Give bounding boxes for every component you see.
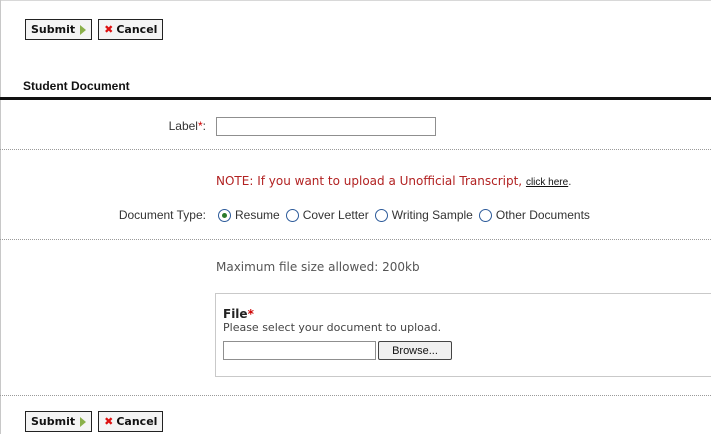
cancel-label: Cancel (116, 415, 158, 428)
dotted-divider (0, 149, 711, 150)
file-title-text: File (223, 307, 248, 321)
note-text: NOTE: If you want to upload a Unofficial… (216, 174, 523, 188)
label-field-text: Label (168, 119, 198, 133)
bottom-button-bar: Submit ✖ Cancel (25, 411, 164, 432)
radio-label: Cover Letter (302, 208, 369, 222)
note-period: . (568, 177, 572, 188)
radio-unchecked-icon[interactable] (374, 208, 388, 222)
x-icon: ✖ (104, 415, 114, 428)
label-suffix: : (202, 119, 206, 133)
file-upload-panel: File* Please select your document to upl… (215, 293, 711, 377)
submit-label: Submit (31, 415, 76, 428)
radio-label: Other Documents (495, 208, 590, 222)
submit-button[interactable]: Submit (25, 411, 93, 432)
radio-unchecked-icon[interactable] (478, 208, 492, 222)
radio-unchecked-icon[interactable] (285, 208, 299, 222)
arrow-right-icon (80, 24, 87, 35)
radio-resume[interactable]: Resume (218, 208, 280, 222)
max-file-size-text: Maximum file size allowed: 200kb (216, 260, 420, 274)
radio-checked-icon[interactable] (218, 208, 231, 222)
radio-other-documents[interactable]: Other Documents (478, 208, 590, 222)
submit-label: Submit (31, 23, 76, 36)
radio-cover-letter[interactable]: Cover Letter (285, 208, 369, 222)
x-icon: ✖ (104, 23, 114, 36)
document-type-radio-group: Resume Cover Letter Writing Sample Other… (218, 208, 596, 222)
label-input[interactable] (216, 117, 436, 136)
file-path-input[interactable] (223, 341, 376, 360)
radio-writing-sample[interactable]: Writing Sample (374, 208, 473, 222)
document-type-label: Document Type: (118, 208, 206, 222)
file-title: File* (223, 307, 254, 321)
section-title: Student Document (23, 79, 130, 93)
cancel-button[interactable]: ✖ Cancel (98, 411, 164, 432)
dotted-divider (0, 239, 711, 240)
required-mark: * (247, 307, 254, 321)
submit-button[interactable]: Submit (25, 19, 93, 40)
transcript-note: NOTE: If you want to upload a Unofficial… (216, 174, 571, 188)
arrow-right-icon (80, 416, 87, 427)
radio-label: Writing Sample (391, 208, 473, 222)
file-help-text: Please select your document to upload. (223, 321, 442, 334)
dotted-divider (0, 395, 711, 396)
radio-label: Resume (235, 208, 280, 222)
window-top-border (0, 0, 711, 1)
section-divider (0, 97, 711, 100)
browse-button[interactable]: Browse... (378, 341, 452, 360)
label-field-label: Label*: (120, 119, 206, 133)
window-left-border (0, 0, 1, 434)
click-here-link[interactable]: click here (526, 177, 568, 188)
cancel-label: Cancel (116, 23, 158, 36)
cancel-button[interactable]: ✖ Cancel (98, 19, 164, 40)
top-button-bar: Submit ✖ Cancel (25, 19, 164, 40)
